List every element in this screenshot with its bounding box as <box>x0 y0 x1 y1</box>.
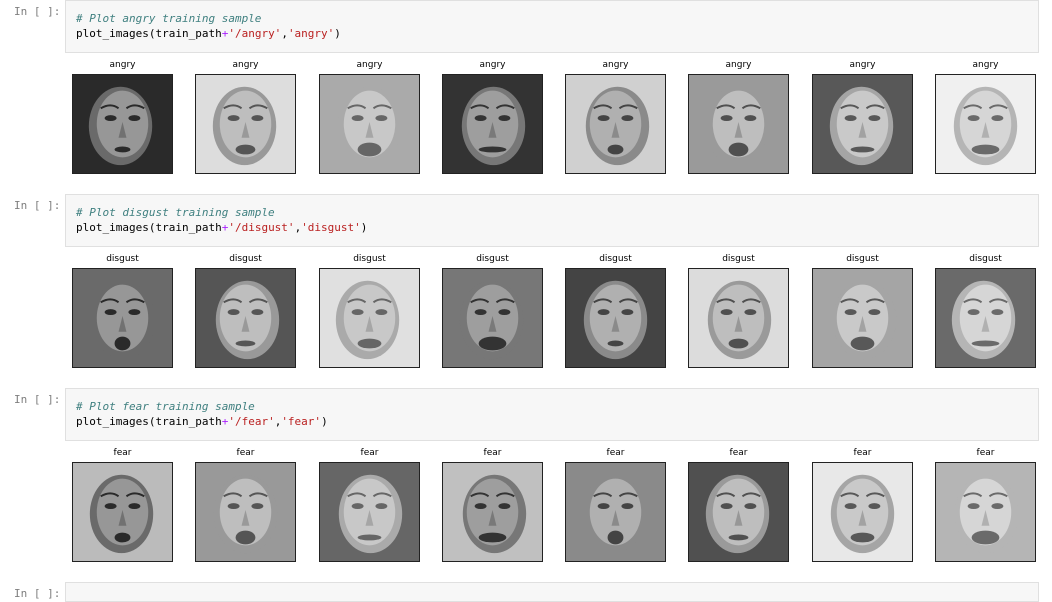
image-title: fear <box>606 448 625 458</box>
cell-prompt: In [ ]: <box>14 393 61 406</box>
image-title: disgust <box>476 254 509 264</box>
face-image <box>195 268 296 368</box>
image-title: angry <box>356 60 383 70</box>
face-image <box>688 74 789 174</box>
face-image <box>812 74 913 174</box>
face-image <box>72 74 173 174</box>
image-title: fear <box>976 448 995 458</box>
code-path-string: '/fear' <box>228 415 275 428</box>
code-path-string: '/angry' <box>228 27 282 40</box>
cell-prompt: In [ ]: <box>14 199 61 212</box>
face-image <box>442 268 543 368</box>
face-image <box>565 462 666 562</box>
code-editor[interactable]: # Plot disgust training sample plot_imag… <box>65 194 1039 247</box>
image-title: angry <box>725 60 752 70</box>
image-title: disgust <box>599 254 632 264</box>
image-title: fear <box>483 448 502 458</box>
cell-output-images: fear fear fear fear fear fear fear fear <box>0 448 1052 563</box>
face-image <box>565 74 666 174</box>
face-image <box>72 268 173 368</box>
code-editor[interactable]: # Plot angry training sample plot_images… <box>65 0 1039 53</box>
code-comment: # Plot fear training sample <box>76 400 255 413</box>
image-title: angry <box>602 60 629 70</box>
face-image <box>812 268 913 368</box>
cell-output-images: angry angry angry angry angry angry angry angry <box>0 60 1052 175</box>
face-image <box>688 268 789 368</box>
face-image <box>812 462 913 562</box>
face-image <box>195 462 296 562</box>
face-image <box>442 74 543 174</box>
image-title: fear <box>853 448 872 458</box>
image-title: disgust <box>846 254 879 264</box>
face-image <box>319 74 420 174</box>
notebook-cell-angry: In [ ]: # Plot angry training sample plo… <box>0 0 1052 194</box>
image-title: disgust <box>353 254 386 264</box>
code-label-string: 'fear' <box>281 415 322 428</box>
image-title: disgust <box>722 254 755 264</box>
image-title: angry <box>849 60 876 70</box>
code-label-string: 'disgust' <box>301 221 361 234</box>
code-comment: # Plot disgust training sample <box>76 206 275 219</box>
face-image <box>319 268 420 368</box>
cell-prompt: In [ ]: <box>14 5 61 18</box>
code-editor[interactable]: # Plot fear training sample plot_images(… <box>65 388 1039 441</box>
face-image <box>195 74 296 174</box>
code-close-paren: ) <box>360 221 368 234</box>
face-image <box>935 268 1036 368</box>
code-function-call: plot_images(train_path <box>76 27 222 40</box>
notebook-cell-fear: In [ ]: # Plot fear training sample plot… <box>0 388 1052 582</box>
face-image <box>935 74 1036 174</box>
face-image <box>688 462 789 562</box>
code-label-string: 'angry' <box>287 27 335 40</box>
image-title: fear <box>113 448 132 458</box>
face-image <box>442 462 543 562</box>
code-comment: # Plot angry training sample <box>76 12 262 25</box>
image-title: angry <box>232 60 259 70</box>
code-separator: , <box>281 27 288 40</box>
code-close-paren: ) <box>321 415 328 428</box>
image-title: disgust <box>106 254 139 264</box>
cell-prompt: In [ ]: <box>14 587 61 600</box>
code-function-call: plot_images(train_path <box>76 221 222 234</box>
face-image <box>565 268 666 368</box>
face-image <box>72 462 173 562</box>
face-image <box>319 462 420 562</box>
image-title: fear <box>360 448 379 458</box>
image-title: angry <box>479 60 506 70</box>
face-image <box>935 462 1036 562</box>
image-title: disgust <box>229 254 262 264</box>
code-editor-next[interactable] <box>65 582 1039 602</box>
code-function-call: plot_images(train_path <box>76 415 222 428</box>
cell-output-images: disgust disgust disgust disgust disgust disgu… <box>0 254 1052 369</box>
image-title: fear <box>729 448 748 458</box>
code-close-paren: ) <box>334 27 341 40</box>
code-path-string: '/disgust' <box>228 221 295 234</box>
notebook-cell-disgust: In [ ]: # Plot disgust training sample p… <box>0 194 1052 388</box>
image-title: angry <box>109 60 136 70</box>
image-title: disgust <box>969 254 1002 264</box>
image-title: fear <box>236 448 255 458</box>
image-title: angry <box>972 60 999 70</box>
